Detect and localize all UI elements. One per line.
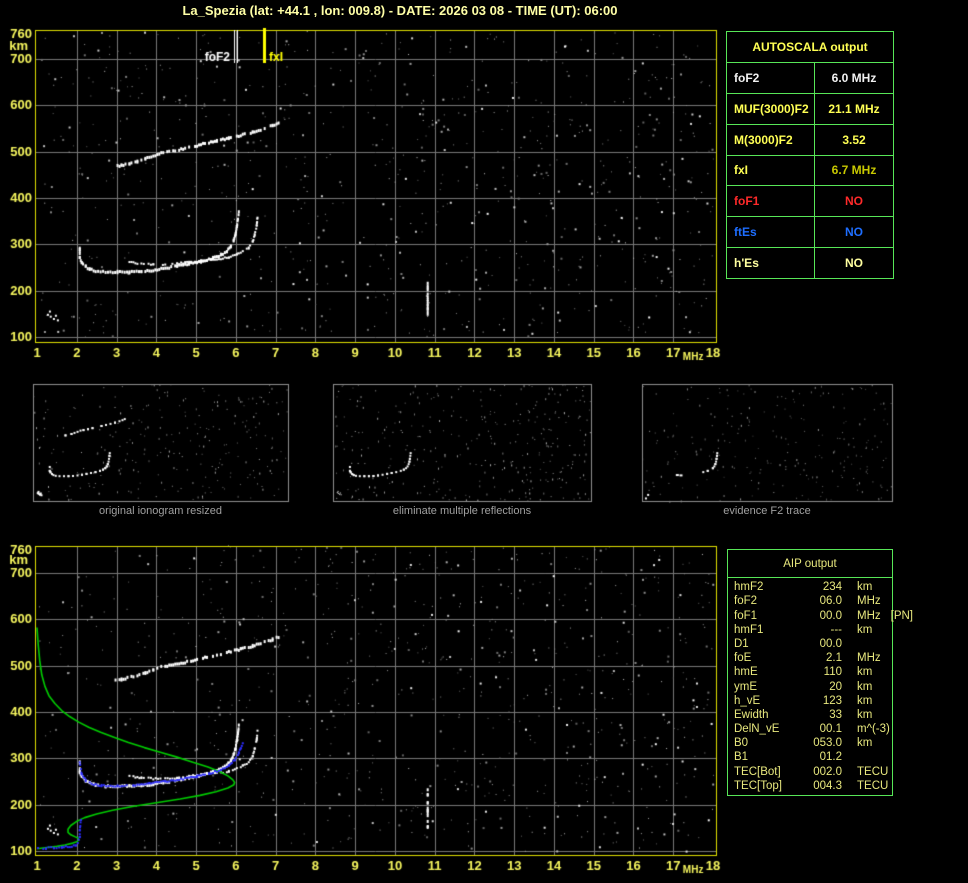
param-label: TEC[Top] [734, 779, 782, 792]
param-label: B0 [734, 737, 749, 750]
table-row: TEC[Top] 004.3 TECU [734, 780, 892, 792]
table-row: h_vE 123 km [734, 695, 892, 707]
autoscala-output-table: AUTOSCALA output foF2 6.0 MHz MUF(3000)F… [726, 31, 894, 279]
param-unit [842, 638, 892, 650]
param-label: DelN_vE [734, 723, 780, 736]
table-row: hmE 110 km [734, 666, 892, 678]
table-row: Ewidth 33 km [734, 709, 892, 721]
param-value: 6.7 MHz [815, 155, 893, 186]
param-unit: m^(-3) [857, 723, 890, 736]
table-row: foF2 6.0 MHz [727, 63, 893, 93]
param-value: 33 [829, 708, 842, 721]
table-row: hmF1 --- km [734, 624, 892, 636]
param-value: 002.0 [813, 765, 842, 778]
param-label: h'Es [727, 248, 814, 278]
param-value: 004.3 [813, 779, 842, 792]
param-value: 123 [822, 694, 842, 707]
param-value: 06.0 [819, 595, 842, 608]
param-label: hmE [734, 666, 758, 679]
param-value: 6.0 MHz [815, 63, 893, 93]
param-label: foF2 [734, 595, 758, 608]
param-unit: km [857, 623, 873, 636]
param-value: 2.1 [826, 652, 842, 665]
param-value: NO [815, 248, 893, 278]
table-row: foE 2.1 MHz [734, 652, 892, 664]
bottom-ionogram-plot [35, 546, 716, 855]
param-unit: km [857, 680, 873, 693]
param-label: ymE [734, 680, 757, 693]
param-value: NO [815, 186, 893, 217]
param-label: h_vE [734, 694, 761, 707]
param-label: hmF1 [734, 623, 764, 636]
aip-output-table: AIP output hmF2 234 km foF2 06.0 MHz foF1 00.… [727, 549, 913, 796]
param-label: foF2 [727, 63, 814, 93]
param-unit: km [857, 694, 873, 707]
table-row: B1 01.2 [734, 751, 892, 763]
panel-caption-eliminate: eliminate multiple reflections [392, 505, 532, 517]
table-row: ymE 20 km [734, 681, 892, 693]
param-label: foF1 [727, 186, 814, 217]
param-unit: TECU [857, 779, 889, 792]
param-unit: km [857, 737, 873, 750]
panel-evidence-f2-trace [642, 384, 892, 501]
page-title: La_Spezia (lat: +44.1 , lon: 009.8) - DA… [182, 3, 618, 18]
param-unit: km [857, 708, 873, 721]
param-label: foF1 [734, 609, 758, 622]
panel-eliminate-reflections [333, 384, 591, 501]
param-label: M(3000)F2 [727, 124, 814, 155]
table-row: M(3000)F2 3.52 [727, 124, 893, 155]
param-label: MUF(3000)F2 [727, 93, 814, 124]
param-unit: MHz [857, 652, 881, 665]
param-label: D1 [734, 637, 749, 650]
table-header: AUTOSCALA output [727, 32, 893, 62]
table-row: TEC[Bot] 002.0 TECU [734, 766, 892, 778]
panel-caption-evidence: evidence F2 trace [723, 505, 811, 517]
param-unit: MHz [857, 595, 881, 608]
param-value: 00.0 [819, 637, 842, 650]
param-label: fxI [727, 155, 814, 186]
param-unit: km [857, 666, 873, 679]
param-unit [842, 751, 892, 763]
param-label: hmF2 [734, 581, 764, 594]
param-value: 234 [822, 581, 842, 594]
param-value: --- [830, 623, 843, 636]
param-value: 3.52 [815, 124, 893, 155]
table-row: foF1 NO [727, 186, 893, 217]
panel-original-ionogram [33, 384, 288, 501]
param-label: ftEs [727, 217, 814, 248]
param-value: 00.1 [819, 723, 842, 736]
table-row: B0 053.0 km [734, 737, 892, 749]
table-row: D1 00.0 [734, 638, 892, 650]
param-unit: TECU [857, 765, 889, 778]
table-row: MUF(3000)F2 21.1 MHz [727, 93, 893, 124]
panel-caption-original: original ionogram resized [99, 505, 222, 517]
param-value: 01.2 [819, 751, 842, 764]
param-value: 053.0 [813, 737, 842, 750]
table-row: ftEs NO [727, 217, 893, 248]
table-row: fxI 6.7 MHz [727, 155, 893, 186]
autoscala-window: La_Spezia (lat: +44.1 , lon: 009.8) - DA… [0, 0, 968, 883]
param-value: 110 [823, 666, 842, 679]
table-row: hmF2 234 km [734, 581, 892, 593]
param-unit: MHz [PN] [857, 609, 914, 622]
param-label: foE [734, 652, 752, 665]
top-ionogram-plot [35, 30, 716, 342]
param-value: 21.1 MHz [815, 93, 893, 124]
param-value: NO [815, 217, 893, 248]
table-row: h'Es NO [727, 248, 893, 278]
param-label: TEC[Bot] [734, 765, 781, 778]
param-value: 20 [829, 680, 842, 693]
param-label: Ewidth [734, 708, 769, 721]
table-row: foF1 00.0 MHz [PN] [734, 609, 913, 622]
param-label: B1 [734, 751, 749, 764]
table-header: AIP output [728, 550, 892, 578]
param-value: 00.0 [819, 609, 842, 622]
table-row: foF2 06.0 MHz [734, 595, 892, 607]
aip-table-body: hmF2 234 km foF2 06.0 MHz foF1 00.0 MHz [PN] hm… [728, 578, 913, 795]
param-unit: km [857, 581, 873, 594]
table-row: DelN_vE 00.1 m^(-3) [734, 723, 892, 735]
